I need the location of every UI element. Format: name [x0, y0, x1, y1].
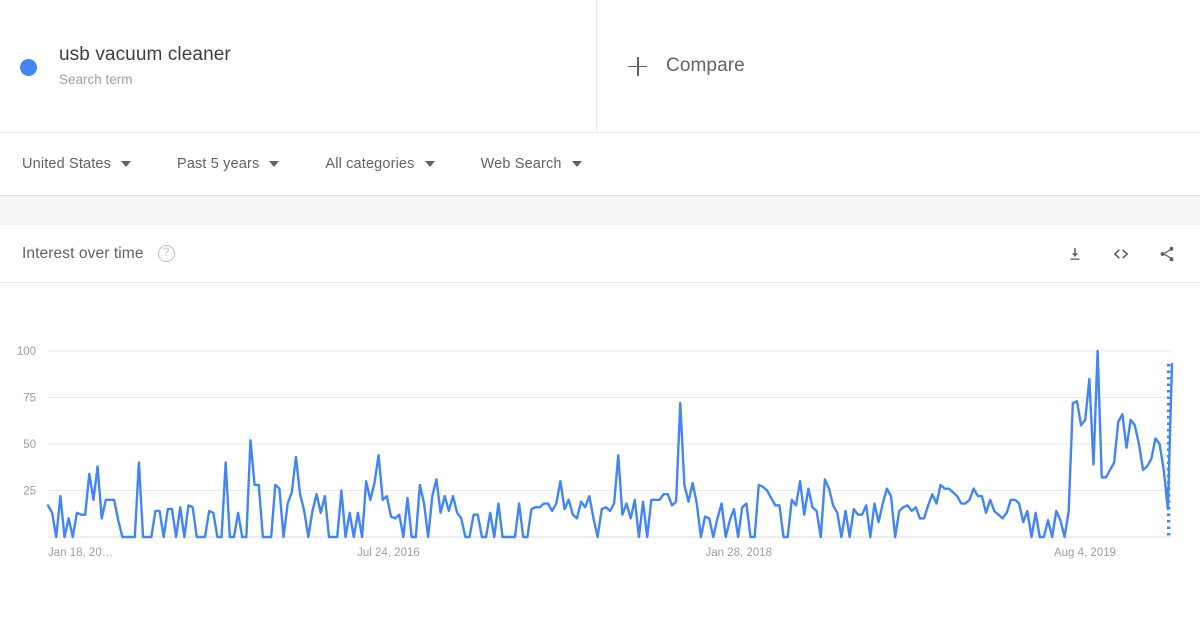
- chevron-down-icon: [424, 161, 435, 167]
- section-actions: [1064, 243, 1178, 265]
- compare-cell: Compare: [597, 0, 1200, 132]
- y-axis-tick-label: 75: [23, 393, 36, 405]
- download-icon[interactable]: [1064, 243, 1086, 265]
- x-axis-tick-label: Jul 24, 2016: [357, 547, 420, 559]
- y-axis-tick-label: 50: [23, 439, 36, 451]
- y-axis-tick-label: 100: [17, 346, 36, 358]
- interest-over-time-chart[interactable]: 25 50 75 100 Jan 18, 20… Jul 24, 2016 Jan 28, …: [0, 283, 1200, 633]
- trends-page: usb vacuum cleaner Search term Compare U…: [0, 0, 1200, 633]
- filter-time-range[interactable]: Past 5 years: [177, 156, 280, 172]
- filter-search-type-label: Web Search: [480, 156, 562, 172]
- x-axis-tick-label: Aug 4, 2019: [1054, 547, 1116, 559]
- section-separator-band: [0, 196, 1200, 225]
- search-term-card[interactable]: usb vacuum cleaner Search term: [0, 0, 597, 133]
- x-axis-tick-label: Jan 28, 2018: [706, 547, 773, 559]
- chevron-down-icon: [121, 161, 131, 167]
- share-icon[interactable]: [1156, 243, 1178, 265]
- add-comparison-button[interactable]: Compare: [628, 55, 745, 77]
- filter-category-label: All categories: [325, 156, 415, 172]
- help-circle-icon[interactable]: ?: [157, 245, 175, 262]
- filter-search-type[interactable]: Web Search: [481, 156, 582, 172]
- filter-category[interactable]: All categories: [325, 156, 435, 172]
- y-axis-tick-label: 25: [23, 486, 36, 498]
- section-title: Interest over time: [22, 244, 144, 262]
- interest-over-time-header: Interest over time ?: [0, 225, 1200, 283]
- chevron-down-icon: [269, 161, 280, 167]
- chevron-down-icon: [571, 161, 582, 167]
- filter-location[interactable]: United States: [22, 156, 131, 172]
- filter-location-label: United States: [22, 156, 111, 172]
- x-axis-tick-label: Jan 18, 20…: [48, 547, 113, 559]
- filter-bar: United States Past 5 years All categorie…: [0, 133, 1200, 196]
- series-color-dot: [20, 59, 37, 76]
- filter-time-range-label: Past 5 years: [177, 156, 260, 172]
- search-term-subtitle: Search term: [59, 72, 133, 87]
- search-term-title: usb vacuum cleaner: [59, 44, 231, 65]
- search-header: usb vacuum cleaner Search term Compare: [0, 0, 1200, 133]
- plus-icon: [628, 56, 647, 76]
- compare-label: Compare: [666, 55, 745, 76]
- trends-line-chart: 25 50 75 100 Jan 18, 20… Jul 24, 2016 Jan 28, …: [17, 346, 1174, 559]
- embed-code-icon[interactable]: [1110, 243, 1132, 265]
- search-term-text: usb vacuum cleaner Search term: [59, 43, 231, 90]
